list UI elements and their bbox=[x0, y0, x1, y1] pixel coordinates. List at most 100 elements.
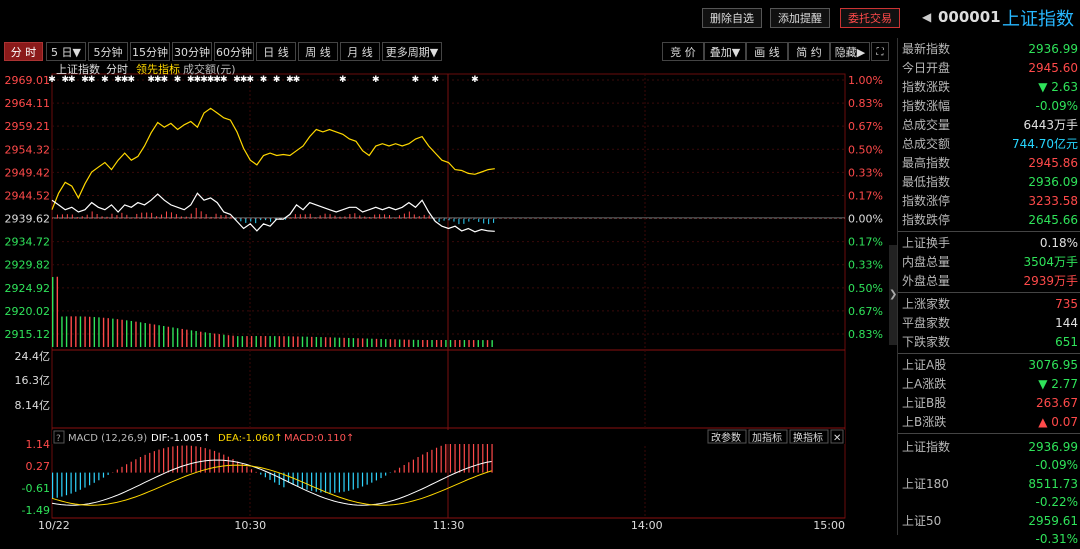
volume-bar bbox=[177, 328, 178, 347]
volume-bar bbox=[367, 339, 368, 347]
macd-help-label: ? bbox=[56, 434, 61, 444]
hide-button[interactable]: 隐藏▶ bbox=[830, 42, 870, 61]
quote-value: 263.67 bbox=[1036, 394, 1078, 413]
volume-bar bbox=[61, 317, 62, 347]
volume-tick: 24.4亿 bbox=[15, 350, 51, 363]
tab-weekly[interactable]: 周 线 bbox=[298, 42, 338, 61]
related-index-row[interactable]: 上证502959.61-0.31% bbox=[902, 512, 1078, 548]
volume-bar bbox=[163, 326, 164, 347]
volume-bar bbox=[256, 336, 257, 347]
intraday-bar bbox=[77, 217, 78, 218]
intraday-bar bbox=[429, 215, 430, 218]
intraday-bar bbox=[171, 212, 172, 218]
volume-bar bbox=[168, 327, 169, 347]
event-marker: ✱ bbox=[412, 75, 420, 85]
volume-bar bbox=[385, 339, 386, 347]
macd-bar bbox=[126, 464, 127, 472]
quote-label: 上证B股 bbox=[902, 394, 946, 413]
intraday-bar bbox=[325, 214, 326, 219]
volume-bar bbox=[121, 320, 122, 347]
macd-bar bbox=[279, 473, 280, 485]
volume-bar bbox=[441, 340, 442, 347]
price-tick: 2949.42 bbox=[5, 166, 51, 179]
tab-15min[interactable]: 15分钟 bbox=[130, 42, 170, 61]
price-tick: 2934.72 bbox=[5, 236, 51, 249]
volume-axis: 24.4亿16.3亿8.14亿 bbox=[15, 350, 51, 412]
related-index-name: 上证180 bbox=[902, 475, 949, 494]
quote-label: 指数涨停 bbox=[902, 192, 950, 211]
simple-button[interactable]: 简 约 bbox=[788, 42, 830, 61]
prev-arrow-icon[interactable]: ◀ bbox=[922, 10, 931, 24]
price-tick: 2954.32 bbox=[5, 143, 51, 156]
macd-bar bbox=[445, 444, 446, 473]
related-index-row[interactable]: 上证指数2936.99-0.09% bbox=[902, 438, 1078, 474]
macd-bar bbox=[450, 443, 451, 473]
quote-row: 今日开盘2945.60 bbox=[902, 59, 1078, 78]
intraday-chart[interactable]: 上证指数 分时 领先指标 成交额(元) 2969.012964.112959.2… bbox=[0, 62, 890, 535]
volume-bar bbox=[454, 340, 455, 347]
panel-divider bbox=[898, 292, 1080, 293]
auction-button[interactable]: 竞 价 bbox=[662, 42, 704, 61]
tab-more-periods[interactable]: 更多周期▼ bbox=[382, 42, 442, 61]
macd-bar bbox=[209, 449, 210, 472]
tab-intraday[interactable]: 分 时 bbox=[4, 42, 43, 61]
macd-bar bbox=[371, 473, 372, 483]
event-marker: ✱ bbox=[220, 75, 228, 85]
tab-monthly[interactable]: 月 线 bbox=[340, 42, 380, 61]
related-index-row[interactable]: 上证1808511.73-0.22% bbox=[902, 475, 1078, 511]
tab-daily[interactable]: 日 线 bbox=[256, 42, 296, 61]
intraday-bar bbox=[136, 214, 137, 219]
macd-tick: 1.14 bbox=[26, 438, 51, 451]
volume-bar bbox=[431, 340, 432, 347]
intraday-bar bbox=[151, 213, 152, 219]
volume-bar bbox=[279, 336, 280, 347]
price-tick: 2964.11 bbox=[5, 97, 51, 110]
volume-bar bbox=[464, 340, 465, 347]
collapse-panel-handle[interactable]: ❯ bbox=[889, 245, 897, 345]
quote-label: 内盘总量 bbox=[902, 253, 950, 272]
quote-label: 指数跌停 bbox=[902, 211, 950, 230]
intraday-bar bbox=[305, 214, 306, 218]
tab-60min[interactable]: 60分钟 bbox=[214, 42, 254, 61]
volume-bar bbox=[154, 324, 155, 347]
macd-bar bbox=[325, 473, 326, 493]
draw-line-button[interactable]: 画 线 bbox=[746, 42, 788, 61]
volume-bar bbox=[297, 336, 298, 347]
volume-bar bbox=[89, 317, 90, 347]
macd-bar bbox=[149, 453, 150, 473]
intraday-bar bbox=[230, 217, 231, 219]
macd-bar bbox=[117, 470, 118, 473]
add-alert-button[interactable]: 添加提醒 bbox=[770, 8, 830, 28]
macd-bar bbox=[260, 473, 261, 475]
percent-axis: 1.00%0.83%0.67%0.50%0.33%0.17%0.00%0.17%… bbox=[848, 74, 883, 341]
quote-row: 指数涨幅-0.09% bbox=[902, 97, 1078, 116]
price-tick: 2939.62 bbox=[5, 213, 51, 226]
macd-tick: 0.27 bbox=[26, 460, 51, 473]
volume-bar bbox=[209, 333, 210, 347]
overlay-button[interactable]: 叠加▼ bbox=[704, 42, 746, 61]
intraday-bar bbox=[221, 215, 222, 218]
delegate-trade-button[interactable]: 委托交易 bbox=[840, 8, 900, 28]
macd-bar bbox=[454, 441, 455, 472]
fullscreen-icon[interactable]: ⛶ bbox=[871, 42, 889, 61]
intraday-bar bbox=[67, 214, 68, 218]
volume-bar bbox=[311, 337, 312, 347]
quote-row: 最低指数2936.09 bbox=[902, 173, 1078, 192]
quote-label: 指数涨幅 bbox=[902, 97, 950, 116]
tab-5day[interactable]: 5 日▼ bbox=[46, 42, 86, 61]
intraday-bar bbox=[250, 219, 251, 222]
intraday-bar bbox=[92, 211, 93, 218]
tab-30min[interactable]: 30分钟 bbox=[172, 42, 212, 61]
volume-bar bbox=[482, 340, 483, 347]
tab-5min[interactable]: 5分钟 bbox=[88, 42, 128, 61]
macd-bar bbox=[75, 473, 76, 492]
volume-bar bbox=[75, 316, 76, 347]
dif-line bbox=[52, 460, 492, 505]
quote-row: 指数涨跌▼ 2.63 bbox=[902, 78, 1078, 97]
quote-label: 最低指数 bbox=[902, 173, 950, 192]
macd-bar bbox=[385, 473, 386, 476]
delete-watch-button[interactable]: 删除自选 bbox=[702, 8, 762, 28]
percent-tick: 0.50% bbox=[848, 143, 883, 156]
intraday-bar bbox=[270, 219, 271, 222]
macd-bar bbox=[131, 462, 132, 473]
